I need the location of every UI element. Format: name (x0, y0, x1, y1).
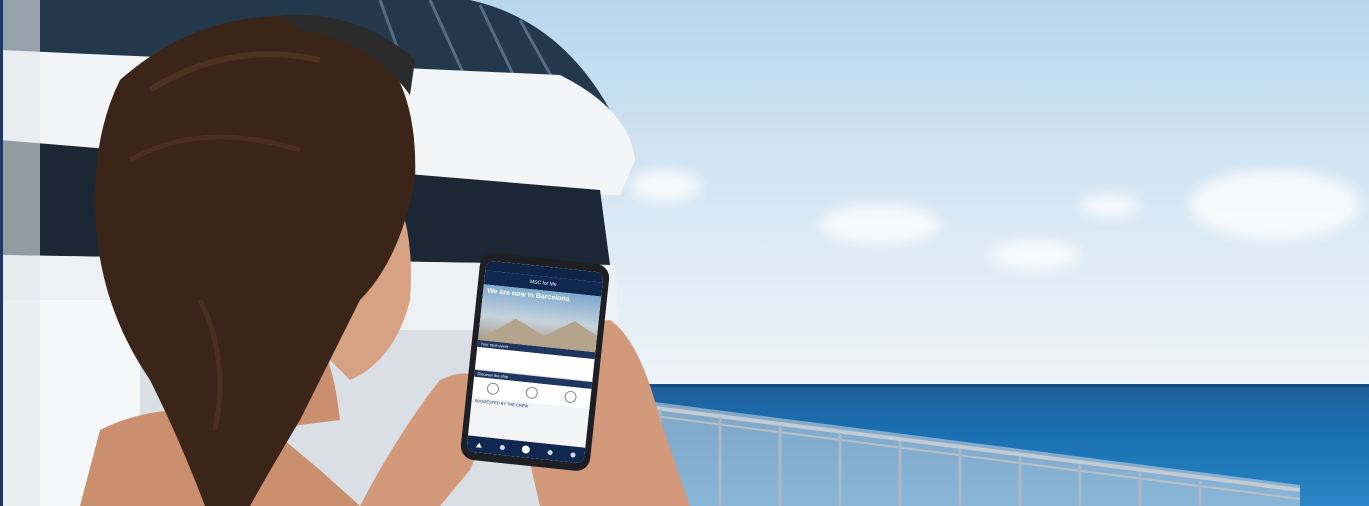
cloud (820, 205, 940, 245)
woman-holding-phone (80, 14, 690, 506)
cloud (1080, 195, 1140, 217)
cloud (1190, 170, 1360, 240)
smartphone: MSC for Me We are now in Barcelona Your … (459, 251, 611, 473)
ship-icon[interactable] (570, 451, 576, 458)
explore-icon[interactable] (547, 449, 554, 455)
cloud (990, 240, 1080, 270)
photo-scene: MSC for Me We are now in Barcelona Your … (0, 0, 1369, 506)
quick-action-icon[interactable] (564, 390, 578, 404)
app-brand-label: MSC for Me (529, 279, 557, 288)
quick-action-icon[interactable] (525, 386, 539, 400)
center-logo-icon[interactable] (521, 445, 531, 454)
quick-action-icon[interactable] (486, 382, 500, 396)
phone-screen: MSC for Me We are now in Barcelona Your … (466, 260, 604, 464)
left-edge-accent (0, 0, 3, 506)
clock-icon[interactable] (499, 444, 505, 450)
home-icon[interactable] (475, 441, 483, 448)
